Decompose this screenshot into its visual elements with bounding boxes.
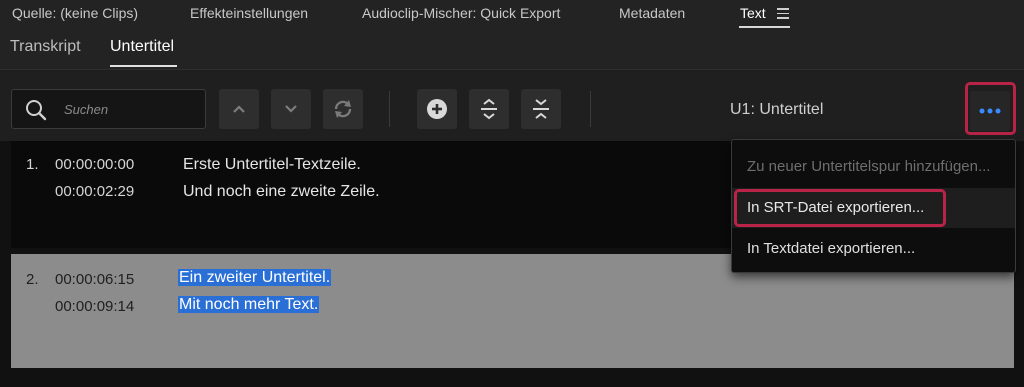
active-tab-underline [739, 26, 790, 28]
tab-source[interactable]: Quelle: (keine Clips) [12, 5, 138, 21]
active-subtab-underline [110, 65, 177, 67]
tab-metadata[interactable]: Metadaten [619, 5, 685, 21]
merge-captions-button[interactable] [521, 89, 561, 129]
more-button-highlight [965, 82, 1016, 135]
caption-text-line[interactable]: Und noch eine zweite Zeile. [183, 183, 380, 201]
caption-number: 1. [26, 156, 39, 173]
panel-menu-icon[interactable] [777, 8, 789, 19]
expand-icon [481, 98, 497, 120]
captions-toolbar: U1: Untertitel [0, 71, 1024, 141]
next-caption-button[interactable] [271, 89, 311, 129]
sub-tab-bar: Transkript Untertitel [0, 30, 1024, 70]
split-caption-button[interactable] [469, 89, 509, 129]
add-caption-button[interactable] [417, 89, 457, 129]
menu-item-export-text[interactable]: In Textdatei exportieren... [732, 229, 1015, 269]
tab-transcript[interactable]: Transkript [10, 38, 81, 56]
sync-button[interactable] [323, 89, 363, 129]
caption-end-timecode[interactable]: 00:00:02:29 [55, 183, 134, 200]
toolbar-divider [389, 91, 390, 127]
sync-icon [334, 100, 352, 118]
caption-start-timecode[interactable]: 00:00:00:00 [55, 156, 134, 173]
caption-text-line[interactable]: Erste Untertitel-Textzeile. [183, 156, 361, 174]
track-label: U1: Untertitel [730, 101, 824, 118]
previous-caption-button[interactable] [219, 89, 259, 129]
search-icon [26, 100, 47, 121]
tab-text[interactable]: Text [740, 5, 766, 21]
toolbar-divider [590, 91, 591, 127]
menu-item-add-to-new-caption-track: Zu neuer Untertitelspur hinzufügen... [747, 158, 991, 175]
caption-text-line-selected[interactable]: Ein zweiter Untertitel. [178, 269, 332, 286]
panel-tab-bar: Quelle: (keine Clips) Effekteinstellunge… [0, 0, 1024, 30]
srt-export-highlight [734, 189, 946, 227]
add-icon [427, 99, 447, 119]
search-input[interactable] [64, 98, 194, 120]
tab-captions[interactable]: Untertitel [110, 38, 174, 56]
chevron-up-icon [233, 105, 245, 113]
caption-text-line-selected[interactable]: Mit noch mehr Text. [178, 296, 320, 313]
chevron-down-icon [285, 105, 297, 113]
caption-end-timecode[interactable]: 00:00:09:14 [55, 298, 134, 315]
caption-start-timecode[interactable]: 00:00:06:15 [55, 271, 134, 288]
search-box[interactable] [11, 89, 206, 129]
caption-number: 2. [26, 271, 39, 288]
tab-audio-clip-mixer[interactable]: Audioclip-Mischer: Quick Export [362, 5, 560, 21]
tab-effect-controls[interactable]: Effekteinstellungen [190, 5, 308, 21]
merge-icon [533, 99, 549, 119]
